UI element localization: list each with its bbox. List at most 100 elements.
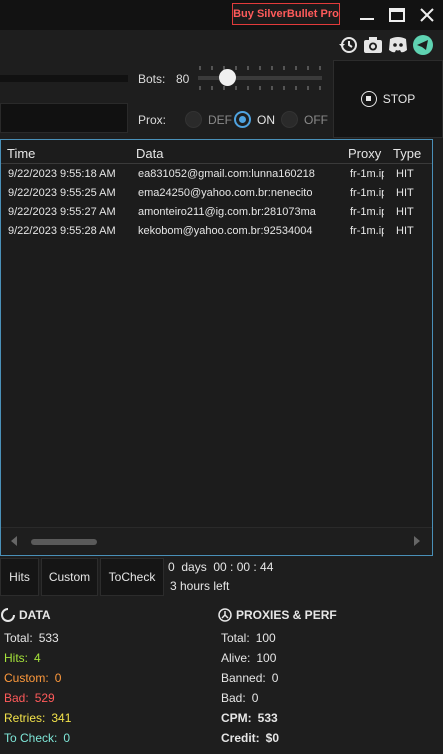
scrollbar-thumb[interactable] xyxy=(31,539,97,545)
prox-radio-off[interactable] xyxy=(281,111,298,128)
prox-radio-def-label: DEF xyxy=(208,113,232,127)
scroll-right-icon[interactable] xyxy=(414,536,420,546)
data-hits-value: 4 xyxy=(34,651,41,665)
scroll-left-icon[interactable] xyxy=(11,536,17,546)
data-hits-label: Hits: xyxy=(4,651,28,665)
cpm-value: 533 xyxy=(257,711,278,725)
progress-bar xyxy=(0,75,128,82)
horizontal-scrollbar[interactable] xyxy=(1,527,432,554)
bots-label: Bots: xyxy=(138,72,166,86)
data-section-title: DATA xyxy=(19,608,51,622)
close-icon[interactable] xyxy=(416,4,438,26)
data-retries-label: Retries: xyxy=(4,711,46,725)
bots-slider-thumb[interactable] xyxy=(219,69,236,86)
prox-label: Prox: xyxy=(138,113,167,127)
cell-proxy: fr-1m.ip xyxy=(350,187,384,199)
cell-time: 9/22/2023 9:55:25 AM xyxy=(8,187,116,199)
data-tocheck-label: To Check: xyxy=(4,731,58,745)
stop-button[interactable]: STOP xyxy=(333,60,443,138)
data-retries-stat: Retries: 341 xyxy=(4,711,71,725)
proxy-banned-stat: Banned: 0 xyxy=(221,671,278,685)
prox-radio-off-label: OFF xyxy=(304,113,328,127)
title-bar: Buy SilverBullet Pro xyxy=(0,0,443,30)
data-total-value: 533 xyxy=(38,631,59,645)
cpm-label: CPM: xyxy=(221,711,252,725)
cpm-stat: CPM: 533 xyxy=(221,711,278,725)
data-custom-stat: Custom: 0 xyxy=(4,671,61,685)
cell-data: kekobom@yahoo.com.br:92534004 xyxy=(138,225,313,237)
telegram-icon[interactable] xyxy=(412,34,434,56)
data-custom-label: Custom: xyxy=(4,671,49,685)
data-total-label: Total: xyxy=(4,631,33,645)
proxy-alive-stat: Alive: 100 xyxy=(221,651,276,665)
data-hits-stat: Hits: 4 xyxy=(4,651,41,665)
column-header-type[interactable]: Type xyxy=(393,146,421,161)
proxy-total-label: Total: xyxy=(221,631,250,645)
prox-radio-def[interactable] xyxy=(185,111,202,128)
proxy-banned-value: 0 xyxy=(271,671,279,685)
data-tocheck-stat: To Check: 0 xyxy=(4,731,70,745)
cell-type: HIT xyxy=(396,206,414,218)
history-icon[interactable] xyxy=(337,34,359,56)
discord-icon[interactable] xyxy=(387,34,409,56)
cell-proxy: fr-1m.ip xyxy=(350,206,384,218)
proxy-alive-label: Alive: xyxy=(221,651,251,665)
proxy-total-value: 100 xyxy=(255,631,276,645)
table-row[interactable]: 9/22/2023 9:55:18 AM ea831052@gmail.com:… xyxy=(1,165,432,184)
credit-value: $0 xyxy=(265,731,280,745)
cell-proxy: fr-1m.ip xyxy=(350,225,384,237)
credit-label: Credit: xyxy=(221,731,260,745)
minimize-icon[interactable] xyxy=(356,4,378,26)
buy-pro-button[interactable]: Buy SilverBullet Pro xyxy=(232,3,340,25)
data-tocheck-value: 0 xyxy=(63,731,71,745)
data-total-stat: Total: 533 xyxy=(4,631,59,645)
prox-radio-on[interactable] xyxy=(234,111,251,128)
data-section-icon xyxy=(1,608,15,622)
proxies-section-icon xyxy=(218,608,232,622)
cell-type: HIT xyxy=(396,187,414,199)
stop-icon xyxy=(360,91,377,107)
proxy-bad-label: Bad: xyxy=(221,691,246,705)
cell-proxy: fr-1m.ip xyxy=(350,168,384,180)
column-header-time[interactable]: Time xyxy=(7,146,35,161)
table-row[interactable]: 9/22/2023 9:55:28 AM kekobom@yahoo.com.b… xyxy=(1,222,432,241)
cell-data: amonteiro211@ig.com.br:281073ma xyxy=(138,206,316,218)
prox-radio-on-label: ON xyxy=(257,113,275,127)
grid-header: Time Data Proxy Type xyxy=(1,140,432,164)
data-bad-value: 529 xyxy=(34,691,55,705)
bots-slider-track[interactable] xyxy=(198,76,322,80)
proxy-bad-value: 0 xyxy=(251,691,259,705)
column-header-data[interactable]: Data xyxy=(136,146,163,161)
proxies-section-title: PROXIES & PERF xyxy=(236,608,337,622)
cell-type: HIT xyxy=(396,225,414,237)
maximize-icon[interactable] xyxy=(386,4,408,26)
cell-data: ema24250@yahoo.com.br:nenecito xyxy=(138,187,313,199)
proxy-alive-value: 100 xyxy=(256,651,277,665)
cell-time: 9/22/2023 9:55:28 AM xyxy=(8,225,116,237)
proxy-banned-label: Banned: xyxy=(221,671,266,685)
elapsed-time: 0 days 00 : 00 : 44 xyxy=(168,560,274,574)
data-custom-value: 0 xyxy=(54,671,62,685)
hits-filter-button[interactable]: Hits xyxy=(0,558,39,596)
time-remaining: 3 hours left xyxy=(170,579,230,593)
cell-time: 9/22/2023 9:55:27 AM xyxy=(8,206,116,218)
credit-stat: Credit: $0 xyxy=(221,731,279,745)
bots-value: 80 xyxy=(176,72,190,86)
stop-label: STOP xyxy=(382,92,416,106)
custom-filter-button[interactable]: Custom xyxy=(41,558,98,596)
input-field[interactable] xyxy=(0,103,128,133)
proxy-total-stat: Total: 100 xyxy=(221,631,276,645)
proxy-bad-stat: Bad: 0 xyxy=(221,691,258,705)
column-header-proxy[interactable]: Proxy xyxy=(348,146,381,161)
camera-icon[interactable] xyxy=(362,34,384,56)
data-retries-value: 341 xyxy=(51,711,72,725)
tocheck-filter-button[interactable]: ToCheck xyxy=(100,558,164,596)
table-row[interactable]: 9/22/2023 9:55:25 AM ema24250@yahoo.com.… xyxy=(1,184,432,203)
cell-time: 9/22/2023 9:55:18 AM xyxy=(8,168,116,180)
cell-type: HIT xyxy=(396,168,414,180)
data-bad-label: Bad: xyxy=(4,691,29,705)
data-bad-stat: Bad: 529 xyxy=(4,691,55,705)
cell-data: ea831052@gmail.com:lunna160218 xyxy=(138,168,315,180)
results-grid: Time Data Proxy Type 9/22/2023 9:55:18 A… xyxy=(0,139,433,556)
table-row[interactable]: 9/22/2023 9:55:27 AM amonteiro211@ig.com… xyxy=(1,203,432,222)
